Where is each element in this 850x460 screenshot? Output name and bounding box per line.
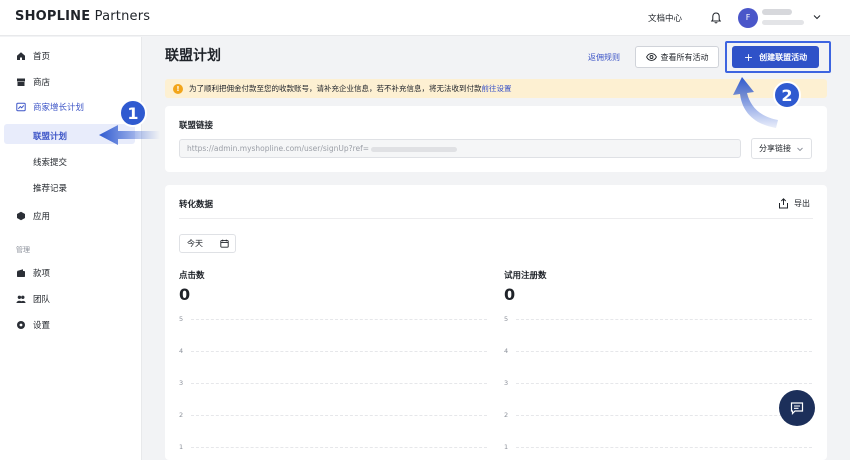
wallet-icon	[17, 269, 25, 277]
sidebar: 首页 商店 商家增长计划 联盟计划 线索提交 推荐记录 应用 管理 款项 团队 …	[0, 37, 142, 460]
sidebar-item-apps[interactable]: 应用	[16, 209, 50, 223]
signups-y-tick: 3	[504, 379, 509, 387]
clicks-gridline	[191, 383, 487, 384]
sidebar-item-lead-submission[interactable]: 线索提交	[33, 156, 67, 168]
step-1-badge: 1	[119, 99, 147, 127]
signups-y-tick: 1	[504, 443, 509, 451]
commission-rules-link[interactable]: 返佣规则	[588, 52, 620, 63]
sidebar-item-label: 商家增长计划	[33, 103, 85, 113]
eye-icon	[645, 53, 657, 61]
referral-url-prefix: https://admin.myshopline.com/user/signUp…	[187, 144, 370, 153]
referral-code-redacted	[371, 146, 458, 152]
step-2-badge: 2	[773, 81, 801, 109]
active-item-highlight	[4, 124, 135, 144]
avatar[interactable]: F	[738, 8, 758, 28]
conversion-data-card: 转化数据 导出 今天 点击数 0 试用注册数 0 5 4 3 2 1 5 4 3…	[165, 185, 827, 460]
plus-icon: +	[743, 50, 754, 64]
docs-center-link[interactable]: 文档中心	[648, 12, 682, 24]
signups-y-tick: 4	[504, 347, 509, 355]
signups-gridline	[516, 415, 812, 416]
export-button[interactable]: 导出	[778, 198, 810, 209]
top-bar: SHOPLINE Partners 文档中心 F	[0, 0, 850, 36]
signups-y-tick: 2	[504, 411, 509, 419]
shopline-partners-logo[interactable]: SHOPLINE Partners	[15, 9, 150, 24]
export-icon	[779, 198, 788, 209]
team-icon	[16, 295, 26, 303]
app-icon	[17, 211, 25, 221]
sidebar-item-team[interactable]: 团队	[16, 292, 50, 306]
date-range-picker[interactable]: 今天	[179, 234, 236, 253]
store-icon	[17, 78, 25, 86]
home-icon	[17, 52, 25, 60]
signups-gridline	[516, 383, 812, 384]
sidebar-item-label: 设置	[33, 321, 51, 331]
view-all-campaigns-button[interactable]: 查看所有活动	[635, 46, 719, 68]
company-info-alert: ! 为了顺利把佣金付款至您的收款账号，请补充企业信息，若不补充信息，将无法收到付…	[165, 79, 827, 98]
sidebar-item-payments[interactable]: 款项	[16, 266, 50, 280]
sidebar-item-label: 团队	[33, 295, 51, 305]
user-name-redacted[interactable]	[762, 9, 792, 15]
view-all-label: 查看所有活动	[660, 52, 709, 62]
clicks-y-tick: 1	[179, 443, 184, 451]
clicks-y-tick: 3	[179, 379, 184, 387]
clicks-y-tick: 5	[179, 315, 184, 323]
conversion-data-title: 转化数据	[179, 200, 214, 210]
sidebar-item-label: 款项	[33, 269, 51, 279]
card-divider	[179, 218, 813, 219]
create-affiliate-campaign-button[interactable]: + 创建联盟活动	[732, 46, 819, 68]
warning-icon: !	[173, 83, 183, 94]
clicks-y-tick: 2	[179, 411, 184, 419]
trial-signups-metric-value: 0	[504, 285, 516, 304]
chevron-down-icon	[797, 147, 803, 151]
clicks-gridline	[191, 319, 487, 320]
sidebar-item-label: 应用	[33, 212, 51, 222]
sidebar-item-label: 首页	[33, 52, 51, 62]
signups-y-tick: 5	[504, 315, 509, 323]
sidebar-item-home[interactable]: 首页	[16, 49, 50, 63]
sidebar-item-affiliate[interactable]: 联盟计划	[33, 130, 67, 142]
referral-link-title: 联盟链接	[179, 121, 214, 131]
sidebar-item-label: 商店	[33, 78, 51, 88]
calendar-icon	[220, 239, 229, 248]
share-label: 分享链接	[759, 144, 791, 153]
signups-gridline	[516, 351, 812, 352]
clicks-gridline	[191, 447, 487, 448]
chart-icon	[16, 102, 26, 112]
clicks-y-tick: 4	[179, 347, 184, 355]
signups-gridline	[516, 319, 812, 320]
bell-icon[interactable]	[709, 11, 723, 25]
sidebar-item-referral-records[interactable]: 推荐记录	[33, 182, 67, 194]
sidebar-item-merchant-growth[interactable]: 商家增长计划	[16, 100, 84, 114]
sidebar-section-manage: 管理	[16, 246, 30, 254]
trial-signups-metric-label: 试用注册数	[504, 271, 547, 281]
user-email-redacted	[762, 20, 804, 25]
date-range-value: 今天	[187, 239, 203, 248]
chevron-down-icon[interactable]	[812, 12, 822, 22]
referral-link-field[interactable]: https://admin.myshopline.com/user/signUp…	[179, 139, 741, 158]
signups-gridline	[516, 447, 812, 448]
clicks-metric-value: 0	[179, 285, 191, 304]
chat-icon	[790, 402, 804, 415]
referral-link-card: 联盟链接 https://admin.myshopline.com/user/s…	[165, 106, 827, 172]
share-link-dropdown[interactable]: 分享链接	[751, 138, 812, 159]
sidebar-item-store[interactable]: 商店	[16, 75, 50, 89]
settings-icon	[17, 321, 25, 329]
chat-support-button[interactable]	[779, 390, 815, 426]
go-to-settings-link[interactable]: 前往设置	[482, 83, 512, 94]
alert-text: 为了顺利把佣金付款至您的收款账号，请补充企业信息，若不补充信息，将无法收到付款	[189, 84, 482, 93]
page-title: 联盟计划	[165, 48, 221, 64]
clicks-metric-label: 点击数	[179, 271, 205, 281]
sidebar-item-settings[interactable]: 设置	[16, 318, 50, 332]
clicks-gridline	[191, 351, 487, 352]
clicks-gridline	[191, 415, 487, 416]
export-label: 导出	[794, 199, 810, 208]
create-label: 创建联盟活动	[759, 52, 808, 62]
